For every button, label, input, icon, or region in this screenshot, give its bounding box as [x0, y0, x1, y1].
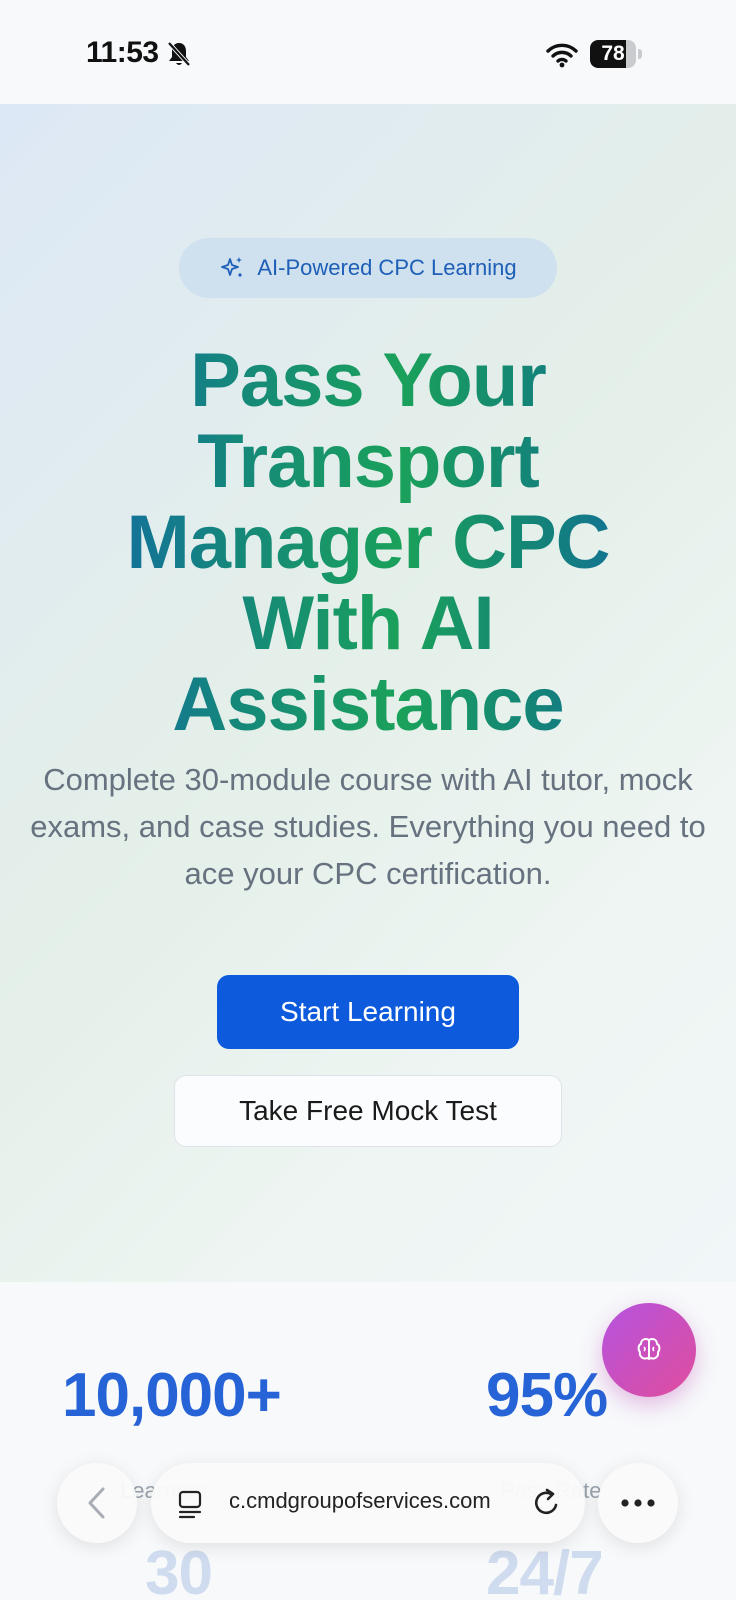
url-text[interactable]: c.cmdgroupofservices.com [229, 1488, 519, 1514]
hero-section: AI-Powered CPC Learning Pass Your Transp… [0, 104, 736, 1282]
status-bar: 11:53 78 [0, 0, 736, 104]
address-bar[interactable]: c.cmdgroupofservices.com [151, 1463, 585, 1543]
stat-value-modules: 30 [145, 1539, 213, 1600]
hero-headline: Pass Your Transport Manager CPC With AI … [40, 340, 696, 745]
bell-slash-icon [167, 41, 191, 67]
take-mock-test-button[interactable]: Take Free Mock Test [174, 1075, 562, 1147]
more-icon [621, 1499, 655, 1507]
status-time: 11:53 [86, 36, 159, 69]
back-button[interactable] [57, 1463, 137, 1543]
ai-badge: AI-Powered CPC Learning [179, 238, 557, 298]
start-learning-button[interactable]: Start Learning [217, 975, 519, 1049]
headline-line: Pass Your [190, 338, 546, 423]
headline-line: Assistance [172, 662, 564, 747]
more-options-button[interactable] [598, 1463, 678, 1543]
battery-icon: 78 [590, 40, 642, 68]
stat-value-pass-rate: 95% [486, 1361, 608, 1430]
reload-icon[interactable] [531, 1487, 563, 1519]
headline-line: With AI [242, 581, 494, 666]
stat-value-support: 24/7 [486, 1539, 604, 1600]
badge-label: AI-Powered CPC Learning [257, 255, 517, 280]
wifi-icon [546, 43, 578, 68]
ai-assistant-button[interactable] [602, 1303, 696, 1397]
sparkle-icon [221, 257, 243, 277]
battery-level: 78 [601, 42, 625, 65]
brain-icon [637, 1338, 661, 1360]
back-chevron-icon [88, 1487, 105, 1519]
stat-value-learners: 10,000+ [62, 1361, 282, 1430]
headline-line: Manager CPC [126, 500, 610, 585]
hero-subtext: Complete 30-module course with AI tutor,… [30, 762, 706, 891]
headline-line: Transport [197, 419, 539, 504]
tabs-icon [178, 1490, 202, 1519]
